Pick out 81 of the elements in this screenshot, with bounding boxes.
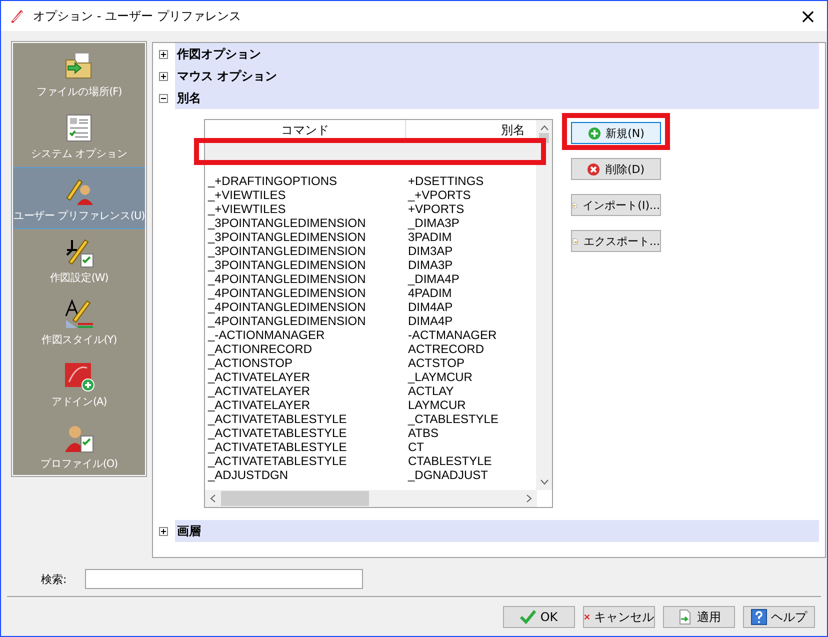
- table-cell-text: _+VIEWTILES: [206, 202, 287, 216]
- table-cell-text: _DIMA4P: [406, 272, 460, 286]
- table-cell-text: -ACTMANAGER: [407, 328, 497, 342]
- table-cell-text: _3POINTANGLEDIMENSION: [206, 230, 367, 244]
- table-cell-text: DIM4AP: [407, 300, 453, 314]
- delete-icon: [587, 162, 600, 176]
- app-logo-icon: [9, 8, 25, 24]
- window-title: オプション - ユーザー プリファレンス: [33, 8, 241, 24]
- table-cell-text: _ACTIVATELAYER: [206, 384, 312, 398]
- table-cell-text: _ACTIONSTOP: [206, 356, 294, 370]
- table-cell-text: _4POINTANGLEDIMENSION: [206, 286, 367, 300]
- table-cell-text: ATBS: [407, 426, 438, 440]
- table-cell-text: _-ACTIONMANAGER: [206, 328, 326, 342]
- plus-icon: [588, 126, 601, 140]
- search-field[interactable]: [84, 569, 363, 589]
- horizontal-scrollbar[interactable]: [205, 490, 537, 507]
- scroll-right-icon[interactable]: [526, 494, 532, 503]
- table-cell-text: _+VIEWTILES: [206, 188, 287, 202]
- action-button[interactable]: 新規(N): [571, 122, 661, 144]
- table-cell-text: _4POINTANGLEDIMENSION: [206, 314, 367, 328]
- table-cell-text: 3PADIM: [407, 230, 452, 244]
- expand-icon[interactable]: [159, 50, 168, 58]
- table-cell-text: +VPORTS: [407, 202, 464, 216]
- table-cell-text: ACTLAY: [407, 384, 454, 398]
- dialog-button[interactable]: キャンセル: [583, 606, 655, 628]
- table-cell-text: _CTABLESTYLE: [406, 412, 498, 426]
- action-button[interactable]: インポート(I)...: [571, 194, 661, 216]
- tree-node[interactable]: マウス オプション: [175, 65, 819, 87]
- tree-node[interactable]: 別名: [175, 87, 819, 109]
- table-cell-text: _ACTIVATETABLESTYLE: [206, 440, 348, 454]
- table-cell-text: CTABLESTYLE: [407, 454, 492, 468]
- table-cell-text: _ACTIONRECORD: [206, 342, 314, 356]
- dialog-button[interactable]: OK: [503, 606, 575, 628]
- table-cell-text: _4POINTANGLEDIMENSION: [206, 300, 367, 314]
- text-style-icon: [63, 298, 95, 330]
- table-cell-text: 4PADIM: [407, 286, 452, 300]
- scroll-thumb[interactable]: [221, 491, 369, 506]
- scroll-left-icon[interactable]: [210, 494, 216, 503]
- tree-node[interactable]: 作図オプション: [175, 43, 819, 65]
- table-cell-text: _3POINTANGLEDIMENSION: [206, 244, 367, 258]
- help-icon: [751, 609, 767, 625]
- table-cell-text: _ACTIVATELAYER: [206, 398, 312, 412]
- table-cell-text: LAYMCUR: [407, 398, 466, 412]
- table-cell-text: _ADJUSTDGN: [206, 468, 290, 482]
- collapse-icon[interactable]: [159, 94, 168, 102]
- table-cell-text: CT: [407, 440, 424, 454]
- table-cell-text: _ACTIVATETABLESTYLE: [206, 454, 348, 468]
- new-entry-row[interactable]: [205, 142, 537, 160]
- table-cell-text: +DSETTINGS: [407, 174, 484, 188]
- expand-icon[interactable]: [159, 526, 168, 536]
- table-cell-text: _+VPORTS: [406, 188, 471, 202]
- scroll-down-icon[interactable]: [540, 479, 548, 485]
- table-cell-text: DIMA3P: [407, 258, 453, 272]
- table-cell-text: _3POINTANGLEDIMENSION: [206, 216, 367, 230]
- action-button[interactable]: エクスポート...: [571, 230, 661, 252]
- table-cell-text: _ACTIVATELAYER: [206, 370, 312, 384]
- vertical-scrollbar[interactable]: [536, 120, 552, 490]
- table-cell-text: _DGNADJUST: [406, 468, 488, 482]
- table-cell-text: _LAYMCUR: [406, 370, 472, 384]
- table-cell-text: ACTSTOP: [407, 356, 464, 370]
- dialog-button[interactable]: ヘルプ: [743, 606, 815, 628]
- document-arrow-icon: [677, 609, 693, 625]
- close-button[interactable]: ×: [793, 2, 823, 30]
- action-button[interactable]: 削除(D): [571, 158, 661, 180]
- table-cell-text: DIMA4P: [407, 314, 453, 328]
- table-cell-text: _4POINTANGLEDIMENSION: [206, 272, 367, 286]
- table-cell-text: _ACTIVATETABLESTYLE: [206, 426, 348, 440]
- table-cell-text: _+DRAFTINGOPTIONS: [206, 174, 338, 188]
- table-cell-text: DIM3AP: [407, 244, 453, 258]
- search-label: 検索:: [41, 572, 67, 586]
- column-header[interactable]: コマンド: [205, 120, 406, 140]
- table-cell-text: ACTRECORD: [407, 342, 484, 356]
- table-cell-text: _3POINTANGLEDIMENSION: [206, 258, 367, 272]
- column-header[interactable]: 別名: [406, 120, 537, 140]
- table-cell-text: _DIMA3P: [406, 216, 460, 230]
- expand-icon[interactable]: [159, 72, 168, 80]
- checkmark-icon: [520, 610, 536, 624]
- table-cell-text: _ACTIVATETABLESTYLE: [206, 412, 348, 426]
- tree-node[interactable]: 画層: [175, 520, 819, 542]
- dialog-button[interactable]: 適用: [663, 606, 735, 628]
- scroll-up-icon[interactable]: [540, 125, 548, 131]
